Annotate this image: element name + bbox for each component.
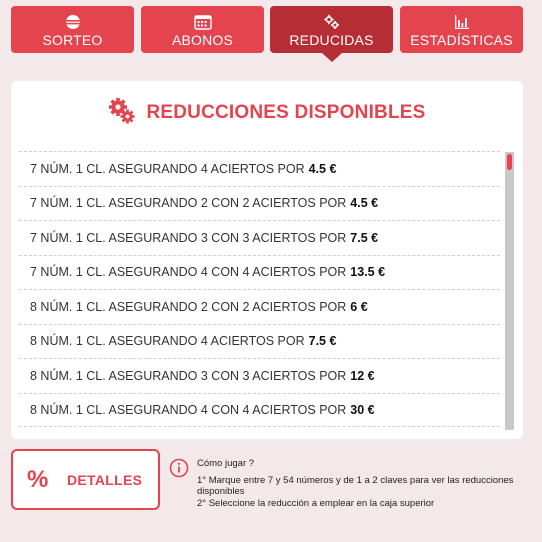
tab-reducidas[interactable]: REDUCIDAS <box>270 6 393 62</box>
reduction-price: 4.5 € <box>308 161 337 176</box>
active-tab-arrow <box>321 53 342 62</box>
gears-icon <box>322 14 342 30</box>
list-item[interactable]: 7 NÚM. 1 CL. ASEGURANDO 2 CON 2 ACIERTOS… <box>19 185 500 221</box>
info-icon <box>169 458 189 483</box>
reduction-description: 7 NÚM. 1 CL. ASEGURANDO 4 CON 4 ACIERTOS… <box>30 265 347 280</box>
reduction-price: 30 € <box>350 402 375 417</box>
reduction-price: 7.5 € <box>308 334 337 349</box>
reduction-price: 4.5 € <box>350 196 379 211</box>
help-step-1: 1° Marque entre 7 y 54 números y de 1 a … <box>197 474 514 498</box>
scrollbar-thumb[interactable] <box>507 154 512 170</box>
tab-abonos[interactable]: ABONOS <box>141 6 264 53</box>
panel-header: REDUCCIONES DISPONIBLES <box>11 97 523 129</box>
tab-label: ABONOS <box>171 32 234 48</box>
tab-sorteo[interactable]: SORTEO <box>11 6 134 53</box>
scrollbar[interactable] <box>505 152 514 430</box>
reduction-price: 7.5 € <box>350 230 379 245</box>
tab-label: SORTEO <box>42 32 103 48</box>
list-item[interactable]: 7 NÚM. 1 CL. ASEGURANDO 3 CON 3 ACIERTOS… <box>19 220 500 255</box>
list-item[interactable]: 8 NÚM. 1 CL. ASEGURANDO 4 CON 4 ACIERTOS… <box>19 392 500 427</box>
reduction-description: 7 NÚM. 1 CL. ASEGURANDO 3 CON 3 ACIERTOS… <box>30 230 347 245</box>
reduction-price: 6 € <box>350 299 368 314</box>
reductions-list: 7 NÚM. 1 CL. ASEGURANDO 4 ACIERTOS POR 4.… <box>19 151 500 436</box>
tab-label: REDUCIDAS <box>289 32 374 48</box>
panel-title: REDUCCIONES DISPONIBLES <box>146 102 426 123</box>
percent-icon: % <box>27 465 49 493</box>
list-item[interactable]: 8 NÚM. 1 CL. ASEGURANDO 2 CON 2 ACIERTOS… <box>19 289 500 324</box>
reduction-description: 8 NÚM. 1 CL. ASEGURANDO 2 CON 2 ACIERTOS… <box>30 299 347 314</box>
help-text: Cómo jugar ? 1° Marque entre 7 y 54 núme… <box>197 458 517 509</box>
list-item[interactable]: 7 NÚM. 1 CL. ASEGURANDO 4 CON 4 ACIERTOS… <box>19 254 500 290</box>
reduction-description: 8 NÚM. 1 CL. ASEGURANDO 4 CON 4 ACIERTOS… <box>30 402 347 417</box>
list-item[interactable]: 8 NÚM. 1 CL. ASEGURANDO 3 CON 3 ACIERTOS… <box>19 358 500 393</box>
reduction-description: 8 NÚM. 1 CL. ASEGURANDO 3 CON 3 ACIERTOS… <box>30 368 347 383</box>
list-item[interactable]: 8 NÚM. 1 CL. ASEGURANDO 4 ACIERTOS POR 7.… <box>19 323 500 359</box>
reduction-price: 13.5 € <box>350 265 386 280</box>
tab-label: ESTADÍSTICAS <box>410 32 513 48</box>
bar-chart-icon <box>452 14 472 30</box>
calendar-icon <box>193 14 213 30</box>
detalles-label: DETALLES <box>67 471 143 488</box>
reducciones-panel: REDUCCIONES DISPONIBLES 7 NÚM. 1 CL. ASE… <box>11 81 523 439</box>
reduction-description: 7 NÚM. 1 CL. ASEGURANDO 4 ACIERTOS POR <box>30 161 305 176</box>
tab-bar: SORTEO ABONOS REDUCIDAS ESTADÍSTICAS <box>11 6 523 66</box>
tab-estadisticas[interactable]: ESTADÍSTICAS <box>400 6 523 53</box>
help-title: Cómo jugar ? <box>197 458 255 469</box>
help-step-2: 2° Seleccione la reducción a emplear en … <box>197 497 435 509</box>
detalles-button[interactable]: % DETALLES <box>11 449 160 510</box>
lottery-ball-icon <box>63 14 83 30</box>
reduction-description: 8 NÚM. 1 CL. ASEGURANDO 4 ACIERTOS POR <box>30 334 305 349</box>
list-item[interactable]: 7 NÚM. 1 CL. ASEGURANDO 4 ACIERTOS POR 4.… <box>19 151 500 186</box>
reduction-price: 12 € <box>350 368 375 383</box>
gears-icon <box>108 97 136 130</box>
reduction-description: 7 NÚM. 1 CL. ASEGURANDO 2 CON 2 ACIERTOS… <box>30 196 347 211</box>
